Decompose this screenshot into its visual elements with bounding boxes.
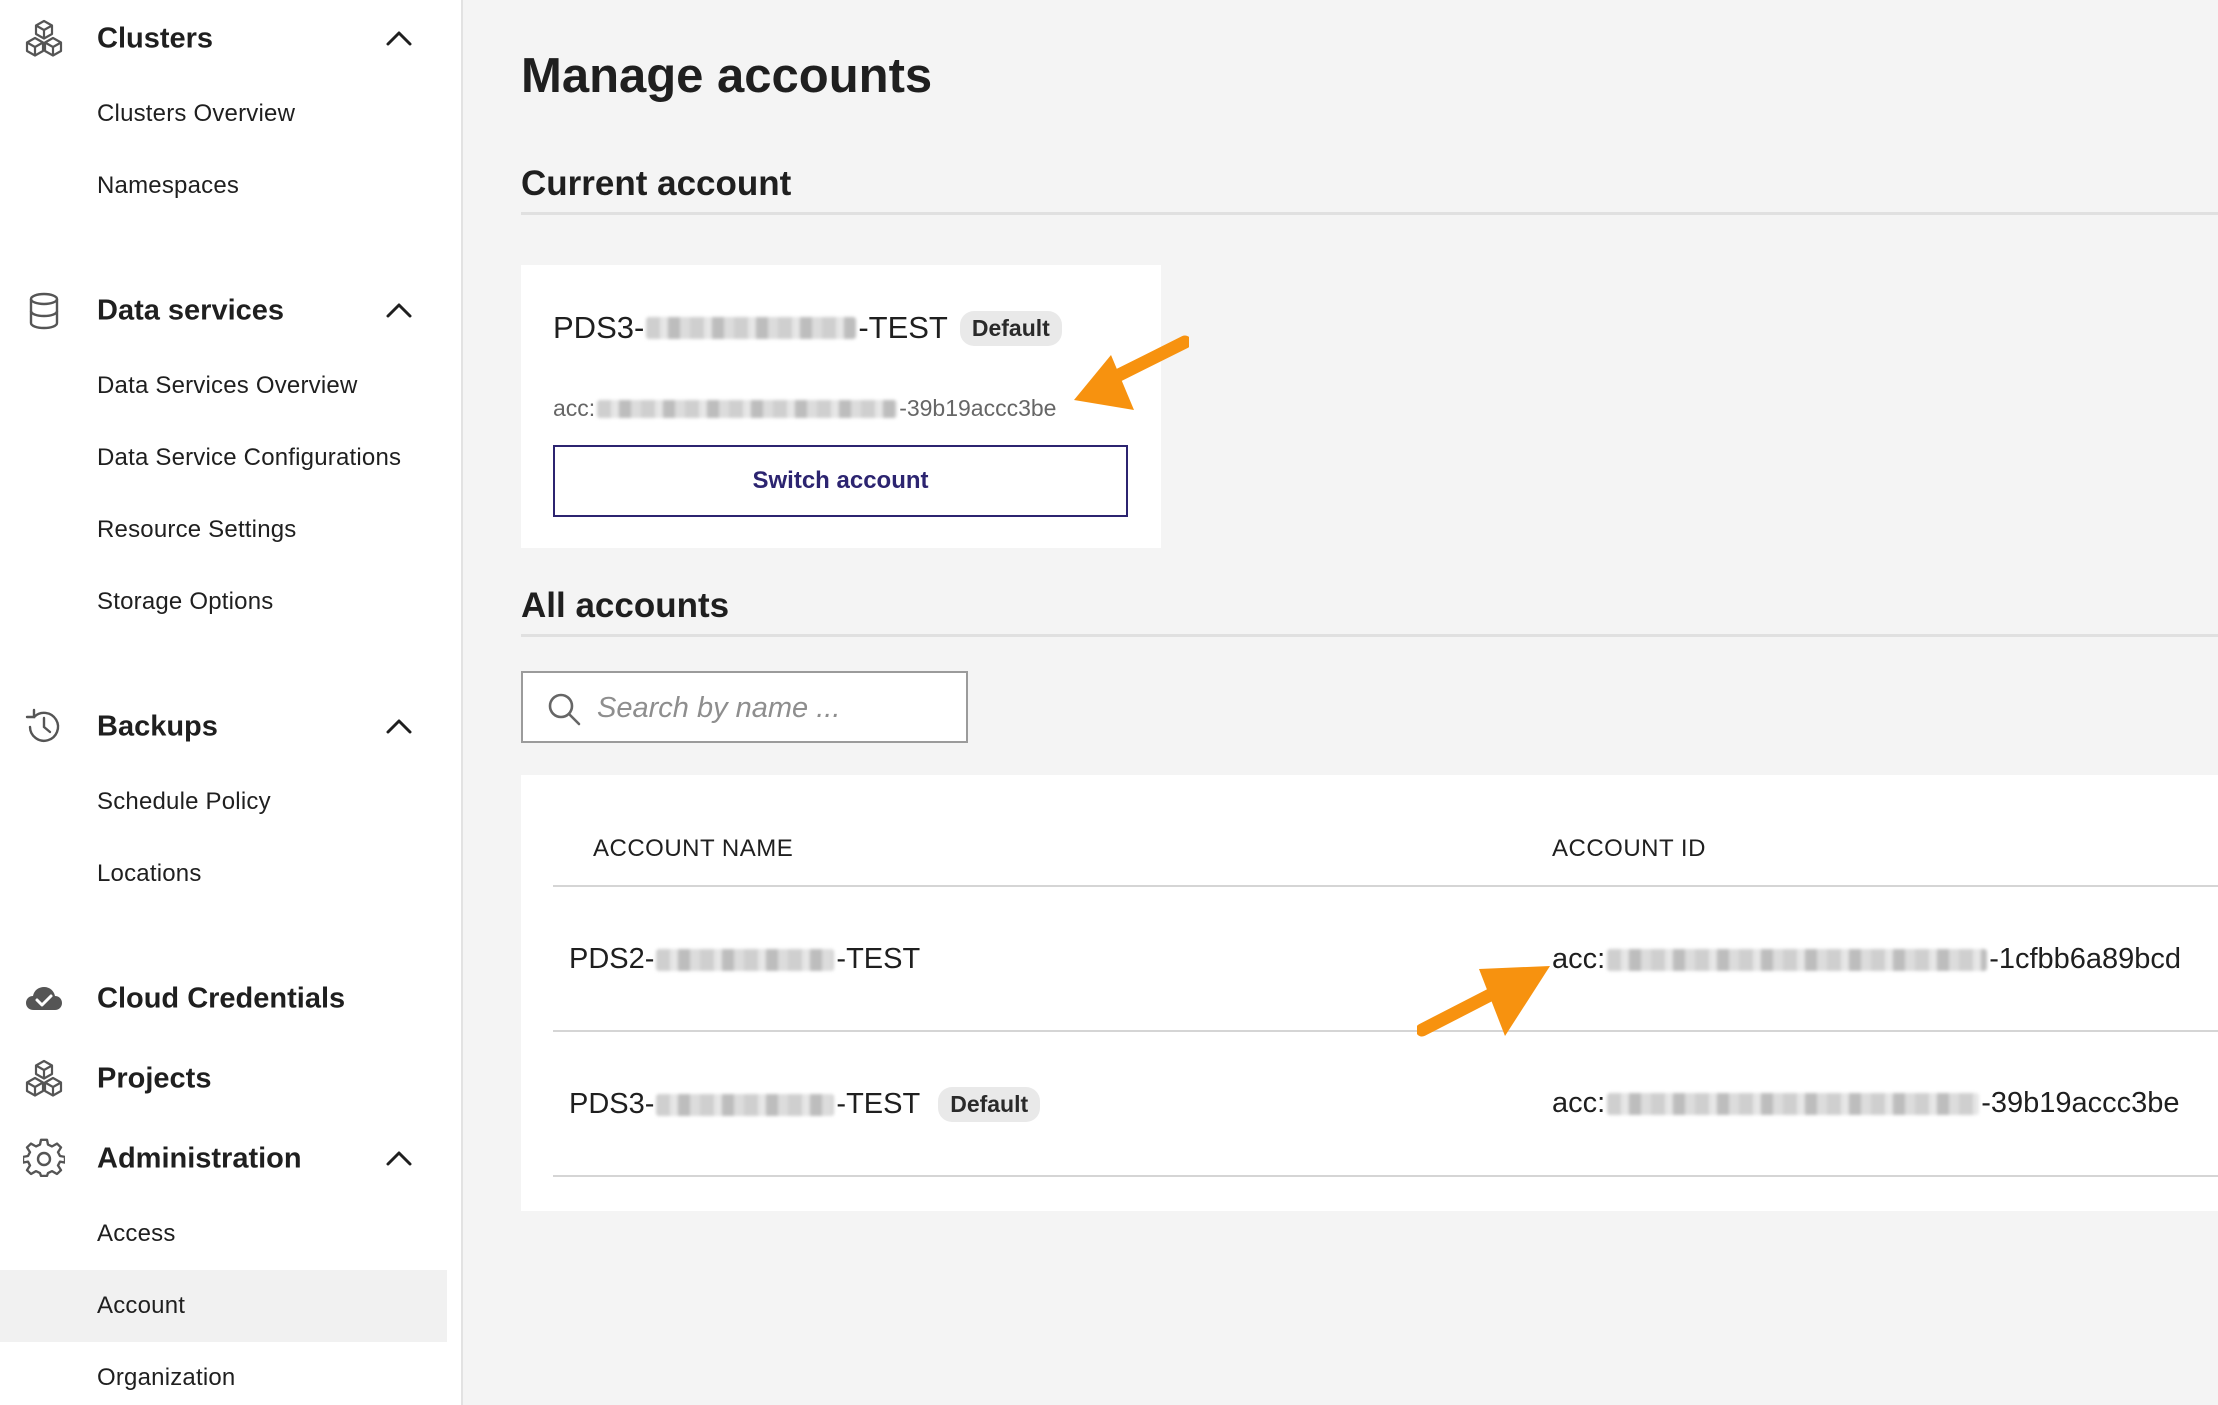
sidebar-section-label: Clusters [97, 22, 214, 55]
sidebar-item-clusters-overview[interactable]: Clusters Overview [0, 78, 447, 150]
chevron-up-icon[interactable] [382, 1142, 416, 1176]
account-id-suffix: -39b19accc3be [1981, 1087, 2180, 1119]
row-divider [553, 1030, 2218, 1032]
sidebar-item-resource-settings[interactable]: Resource Settings [0, 494, 447, 566]
column-header-account-name[interactable]: ACCOUNT NAME [593, 835, 793, 863]
redacted-text [646, 317, 857, 339]
account-id-prefix: acc: [1552, 1087, 1606, 1119]
sidebar-section-cloud-credentials[interactable]: Cloud Credentials [0, 964, 463, 1034]
current-account-heading: Current account [521, 164, 792, 203]
account-id-cell: acc: -1cfbb6a89bcd [1552, 943, 2181, 976]
account-name-prefix: PDS2- [569, 943, 655, 975]
default-badge: Default [959, 310, 1062, 346]
sidebar-item-namespaces[interactable]: Namespaces [0, 150, 447, 222]
sidebar-item-data-services-overview[interactable]: Data Services Overview [0, 350, 447, 422]
sidebar-item-label: Schedule Policy [97, 788, 271, 815]
chevron-up-icon[interactable] [382, 294, 416, 328]
search-input[interactable] [597, 681, 957, 735]
sidebar-item-account[interactable]: Account [0, 1270, 447, 1342]
current-account-id: acc: -39b19accc3be [553, 395, 1056, 422]
gear-icon [23, 1138, 65, 1178]
annotation-arrow-icon [1074, 335, 1189, 410]
redacted-text [656, 948, 835, 971]
all-accounts-heading: All accounts [521, 586, 730, 625]
search-field[interactable] [521, 671, 968, 743]
cloud-check-icon [26, 987, 62, 1010]
account-id-suffix: -39b19accc3be [899, 395, 1057, 421]
sidebar-item-storage-options[interactable]: Storage Options [0, 566, 447, 638]
account-id-suffix: -1cfbb6a89bcd [1989, 943, 2182, 975]
sidebar-item-label: Account [97, 1292, 186, 1319]
sidebar-section-backups[interactable]: Backups [0, 692, 463, 762]
sidebar-item-label: Data Service Configurations [97, 444, 402, 471]
sidebar-item-label: Namespaces [97, 172, 240, 199]
redacted-text [1607, 1092, 1980, 1115]
cubes-icon [25, 1059, 63, 1097]
account-id-prefix: acc: [553, 395, 596, 421]
sidebar-item-organization[interactable]: Organization [0, 1342, 447, 1405]
table-header-divider [553, 885, 2218, 887]
account-name-suffix: -TEST [836, 943, 921, 975]
redacted-text [597, 399, 898, 418]
account-id-cell: acc: -39b19accc3be [1552, 1087, 2180, 1120]
section-divider [521, 634, 2218, 637]
sidebar-section-label: Data services [97, 294, 285, 327]
sidebar-section-label: Projects [97, 1062, 212, 1095]
account-name-cell: PDS3- -TEST Default [569, 1087, 1041, 1122]
sidebar-item-data-service-configurations[interactable]: Data Service Configurations [0, 422, 447, 494]
row-divider [553, 1175, 2218, 1177]
section-divider [521, 212, 2218, 215]
sidebar-item-label: Access [97, 1220, 176, 1247]
chevron-up-icon[interactable] [382, 22, 416, 56]
sidebar-section-projects[interactable]: Projects [0, 1044, 463, 1114]
current-account-name: PDS3- -TEST Default [553, 310, 1062, 346]
column-header-account-id[interactable]: ACCOUNT ID [1552, 835, 1706, 863]
sidebar-section-clusters[interactable]: Clusters [0, 4, 463, 74]
sidebar-item-label: Locations [97, 860, 202, 887]
sidebar-item-label: Data Services Overview [97, 372, 358, 399]
search-icon [548, 693, 581, 726]
sidebar-item-schedule-policy[interactable]: Schedule Policy [0, 766, 447, 838]
account-name-prefix: PDS3- [553, 310, 645, 345]
main-content: Manage accounts Current account PDS3- -T… [465, 0, 2218, 1405]
default-badge: Default [938, 1087, 1041, 1122]
database-icon [29, 292, 59, 330]
account-name-suffix: -TEST [836, 1088, 921, 1120]
sidebar-item-locations[interactable]: Locations [0, 838, 447, 910]
sidebar-section-label: Backups [97, 710, 218, 743]
sidebar-section-label: Administration [97, 1142, 302, 1175]
sidebar-item-label: Resource Settings [97, 516, 297, 543]
sidebar-item-access[interactable]: Access [0, 1198, 447, 1270]
annotation-arrow-icon [1417, 966, 1550, 1037]
sidebar-section-data-services[interactable]: Data services [0, 276, 463, 346]
sidebar-item-label: Storage Options [97, 588, 274, 615]
accounts-table: ACCOUNT NAME ACCOUNT ID PDS2- -TEST acc:… [521, 775, 2218, 1211]
history-icon [25, 708, 60, 742]
sidebar: Clusters Clusters Overview Namespaces Da… [0, 0, 463, 1405]
switch-account-button[interactable]: Switch account [553, 445, 1128, 517]
chevron-up-icon[interactable] [382, 710, 416, 744]
sidebar-section-label: Cloud Credentials [97, 982, 346, 1015]
current-account-card: PDS3- -TEST Default acc: -39b19accc3be S… [521, 265, 1161, 548]
redacted-text [656, 1093, 835, 1116]
cubes-icon [25, 19, 63, 57]
sidebar-section-administration[interactable]: Administration [0, 1124, 463, 1194]
account-name-cell: PDS2- -TEST [569, 943, 920, 976]
account-name-suffix: -TEST [858, 310, 948, 345]
account-id-prefix: acc: [1552, 943, 1606, 975]
account-name-prefix: PDS3- [569, 1088, 655, 1120]
redacted-text [1607, 948, 1988, 971]
sidebar-item-label: Clusters Overview [97, 100, 296, 127]
page-title: Manage accounts [521, 49, 933, 103]
sidebar-item-label: Organization [97, 1364, 236, 1391]
